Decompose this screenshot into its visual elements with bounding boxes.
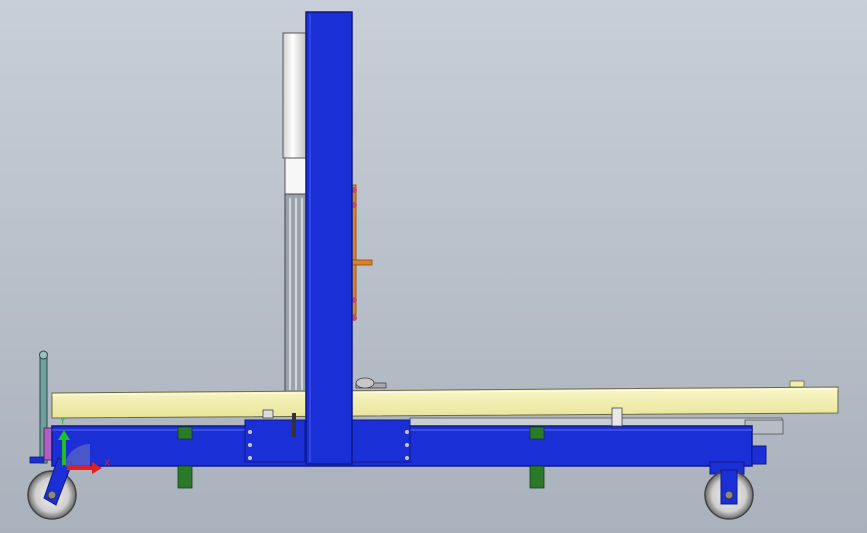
cad-viewport[interactable]: Y X — [0, 0, 867, 533]
triad-y-label: Y — [59, 417, 66, 427]
triad-x-label: X — [104, 459, 110, 469]
vertical-column — [305, 11, 353, 465]
lift-cylinder — [282, 32, 308, 393]
assembly-drawing: Y X — [0, 0, 867, 533]
